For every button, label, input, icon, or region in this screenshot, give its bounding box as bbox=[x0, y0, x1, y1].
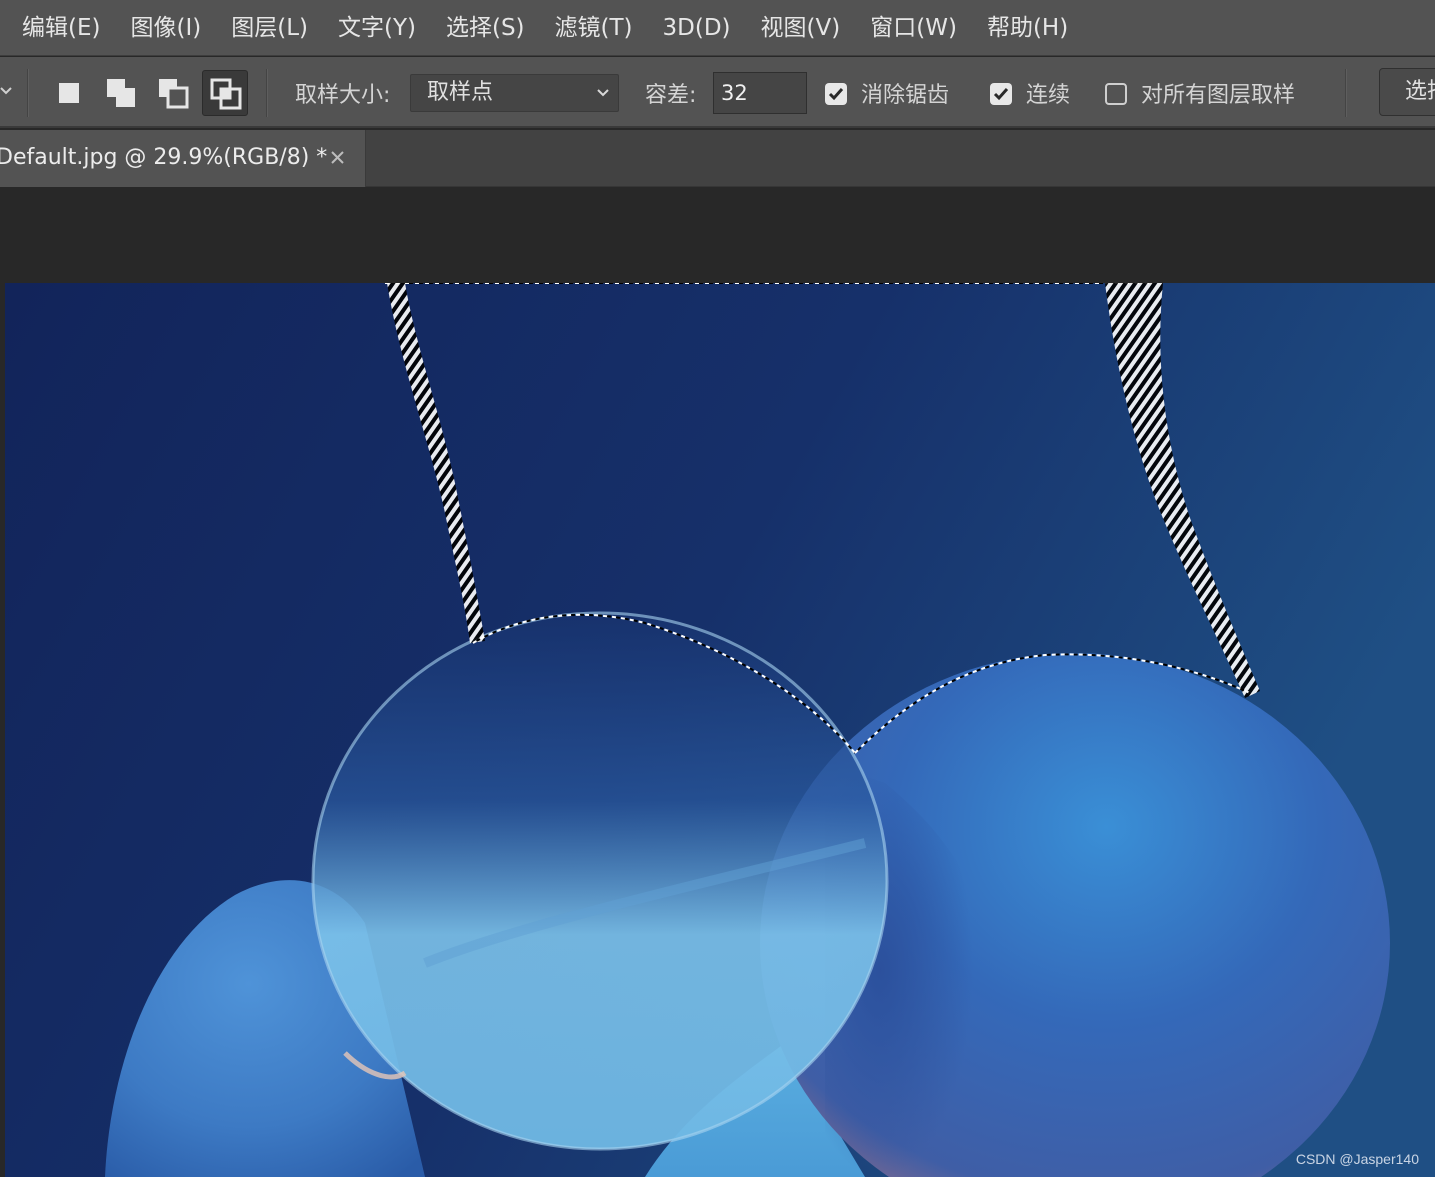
sample-size-value: 取样点 bbox=[427, 80, 494, 105]
menu-image[interactable]: 图像(I) bbox=[115, 0, 216, 56]
checkmark-icon bbox=[993, 88, 1009, 101]
menu-help[interactable]: 帮助(H) bbox=[972, 0, 1083, 56]
document-tab-bar: Default.jpg @ 29.9%(RGB/8) * bbox=[0, 130, 1435, 187]
watermark: CSDN @Jasper140 bbox=[1295, 1151, 1419, 1167]
checkmark-icon bbox=[828, 88, 844, 101]
contiguous-checkbox[interactable] bbox=[990, 83, 1012, 105]
subtract-from-selection-icon bbox=[159, 79, 189, 109]
document-canvas[interactable]: CSDN @Jasper140 bbox=[5, 283, 1435, 1177]
anti-alias-checkbox[interactable] bbox=[825, 83, 847, 105]
sample-size-select[interactable]: 取样点 bbox=[410, 74, 619, 112]
tolerance-label: 容差: bbox=[645, 83, 697, 108]
select-subject-button[interactable]: 选择主体 bbox=[1379, 68, 1435, 116]
separator bbox=[266, 69, 268, 117]
subtract-from-selection-button[interactable] bbox=[150, 70, 196, 116]
separator bbox=[1345, 69, 1347, 117]
canvas-image bbox=[5, 283, 1435, 1177]
add-to-selection-icon bbox=[107, 79, 135, 107]
options-bar: 取样大小: 取样点 容差: 32 消除锯齿 连续 对所有图层取样 选择主体 bbox=[0, 57, 1435, 128]
anti-alias-label: 消除锯齿 bbox=[861, 83, 950, 108]
separator bbox=[27, 69, 29, 117]
tolerance-input[interactable]: 32 bbox=[713, 72, 807, 114]
sample-all-layers-checkbox[interactable] bbox=[1105, 83, 1127, 105]
menu-layer[interactable]: 图层(L) bbox=[216, 0, 323, 56]
close-icon[interactable] bbox=[327, 147, 349, 169]
document-tab[interactable]: Default.jpg @ 29.9%(RGB/8) * bbox=[0, 130, 366, 187]
new-selection-icon bbox=[59, 83, 79, 103]
tool-preset-chevron-icon[interactable] bbox=[0, 79, 14, 105]
menu-3d[interactable]: 3D(D) bbox=[648, 0, 746, 56]
sample-all-layers-label: 对所有图层取样 bbox=[1141, 83, 1296, 108]
menu-bar: 编辑(E) 图像(I) 图层(L) 文字(Y) 选择(S) 滤镜(T) 3D(D… bbox=[0, 0, 1435, 56]
contiguous-label: 连续 bbox=[1026, 83, 1071, 108]
chevron-down-icon bbox=[597, 89, 609, 97]
sample-size-label: 取样大小: bbox=[295, 83, 391, 108]
menu-type[interactable]: 文字(Y) bbox=[323, 0, 431, 56]
document-tab-title: Default.jpg @ 29.9%(RGB/8) * bbox=[0, 145, 328, 170]
intersect-with-selection-icon bbox=[210, 78, 242, 110]
menu-edit[interactable]: 编辑(E) bbox=[0, 0, 115, 56]
new-selection-button[interactable] bbox=[46, 70, 92, 116]
add-to-selection-button[interactable] bbox=[98, 70, 144, 116]
menu-view[interactable]: 视图(V) bbox=[746, 0, 856, 56]
menu-select[interactable]: 选择(S) bbox=[431, 0, 540, 56]
intersect-with-selection-button[interactable] bbox=[202, 70, 248, 116]
menu-window[interactable]: 窗口(W) bbox=[855, 0, 972, 56]
menu-filter[interactable]: 滤镜(T) bbox=[540, 0, 648, 56]
